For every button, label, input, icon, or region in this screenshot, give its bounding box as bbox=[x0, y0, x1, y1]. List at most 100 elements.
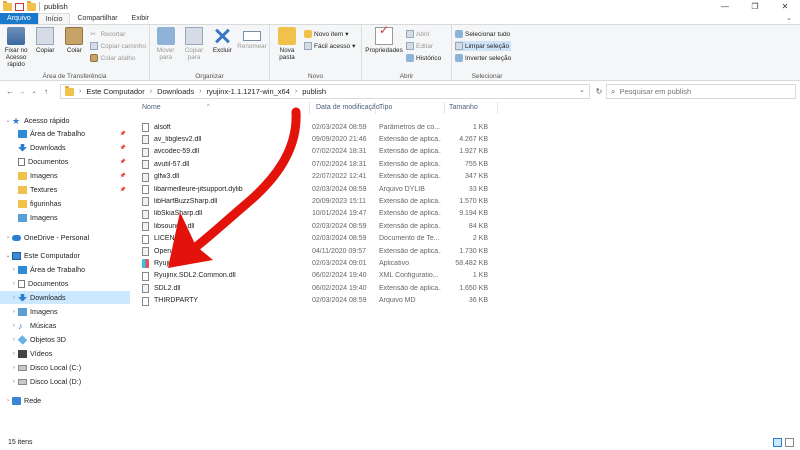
nav-item[interactable]: ⌄ ★ Acesso rápido bbox=[0, 114, 130, 127]
search-input[interactable] bbox=[619, 87, 790, 96]
paste-shortcut-button[interactable]: Colar atalho bbox=[90, 53, 146, 63]
nav-item[interactable]: Área de Trabalho 📌 bbox=[0, 127, 130, 140]
nav-item[interactable]: Downloads 📌 bbox=[0, 141, 130, 154]
breadcrumb-publish[interactable]: publish bbox=[302, 87, 326, 96]
nav-item[interactable]: Imagens 📌 bbox=[0, 169, 130, 182]
pin-icon[interactable]: 📌 bbox=[120, 145, 126, 151]
nav-item[interactable]: › ♪ Músicas bbox=[0, 319, 130, 332]
nav-item[interactable]: › Documentos bbox=[0, 277, 130, 290]
folder-icon[interactable] bbox=[3, 0, 12, 11]
expand-chevron-icon[interactable]: ⌄ bbox=[4, 252, 12, 259]
column-date[interactable]: Data de modificação bbox=[316, 104, 380, 111]
nav-item-label: Músicas bbox=[30, 321, 57, 330]
address-bar[interactable]: › Este Computador › Downloads › ryujinx-… bbox=[60, 84, 590, 99]
file-row[interactable]: alsoft 02/03/2024 08:59 Parâmetros de co..… bbox=[137, 121, 497, 133]
expand-chevron-icon[interactable]: › bbox=[10, 351, 18, 357]
expand-chevron-icon[interactable]: › bbox=[10, 295, 18, 301]
expand-chevron-icon[interactable]: ⌄ bbox=[4, 117, 12, 124]
divider[interactable] bbox=[497, 102, 498, 114]
open-button[interactable]: Abrir bbox=[406, 29, 441, 39]
large-icons-view-button[interactable] bbox=[785, 438, 794, 447]
clear-selection-button[interactable]: Limpar seleção bbox=[455, 41, 512, 51]
expand-chevron-icon[interactable]: › bbox=[4, 398, 12, 404]
pin-icon[interactable]: 📌 bbox=[120, 159, 126, 165]
file-row[interactable]: avutil-57.dll 07/02/2024 18:31 Extensão de… bbox=[137, 158, 497, 170]
chevron-down-icon[interactable]: ⌄ bbox=[579, 86, 585, 94]
refresh-button[interactable]: ↻ bbox=[592, 84, 606, 99]
nav-item[interactable]: › Imagens bbox=[0, 305, 130, 318]
edit-button[interactable]: Editar bbox=[406, 41, 441, 51]
chevron-down-icon[interactable]: ⌄ bbox=[786, 14, 792, 22]
breadcrumb-downloads[interactable]: Downloads bbox=[157, 87, 194, 96]
expand-chevron-icon[interactable]: › bbox=[10, 281, 18, 287]
nav-item[interactable]: › Downloads bbox=[0, 291, 130, 304]
nav-item[interactable]: › Área de Trabalho bbox=[0, 263, 130, 276]
nav-item[interactable]: figurinhas bbox=[0, 197, 130, 210]
select-all-button[interactable]: Selecionar tudo bbox=[455, 29, 511, 39]
search-box[interactable]: ⌕ bbox=[606, 84, 796, 99]
new-item-button[interactable]: Novo item ▾ bbox=[304, 29, 355, 39]
file-row[interactable]: libarmeilleure-jitsupport.dylib 02/03/202… bbox=[137, 183, 497, 195]
file-row[interactable]: libSkiaSharp.dll 10/01/2024 19:47 Extensão… bbox=[137, 208, 497, 220]
file-row[interactable]: Ryujinx.SDL2.Common.dll 06/02/2024 19:40 X… bbox=[137, 270, 497, 282]
cut-button[interactable]: ✂ Recortar bbox=[90, 29, 146, 39]
nav-item[interactable]: › Vídeos bbox=[0, 347, 130, 360]
tab-view[interactable]: Exibir bbox=[125, 13, 157, 24]
file-row[interactable]: libHarfBuzzSharp.dll 20/09/2023 15:11 Exte… bbox=[137, 195, 497, 207]
file-row[interactable]: libsoundio.dll 02/03/2024 08:59 Extensão d… bbox=[137, 220, 497, 232]
tab-share[interactable]: Compartilhar bbox=[70, 13, 124, 24]
pin-icon[interactable]: 📌 bbox=[120, 173, 126, 179]
forward-button[interactable]: → bbox=[16, 87, 28, 96]
expand-chevron-icon[interactable]: › bbox=[10, 309, 18, 315]
details-view-button[interactable] bbox=[773, 438, 782, 447]
back-button[interactable]: ← bbox=[4, 87, 16, 96]
file-name: THIRDPARTY bbox=[154, 297, 199, 305]
column-type[interactable]: Tipo bbox=[379, 104, 392, 111]
file-row[interactable]: LICENSE 02/03/2024 08:59 Documento de Te..… bbox=[137, 233, 497, 245]
nav-item[interactable]: Imagens bbox=[0, 211, 130, 224]
file-row[interactable]: Ryujinx 02/03/2024 09:01 Aplicativo 58.482 … bbox=[137, 257, 497, 269]
file-row[interactable]: SDL2.dll 06/02/2024 19:40 Extensão de apli… bbox=[137, 282, 497, 294]
tab-home[interactable]: Início bbox=[37, 13, 71, 24]
pin-icon[interactable]: 📌 bbox=[120, 187, 126, 193]
up-button[interactable]: ↑ bbox=[40, 87, 52, 96]
breadcrumb-computer[interactable]: Este Computador bbox=[86, 87, 144, 96]
maximize-button[interactable]: ❐ bbox=[740, 0, 770, 13]
copy-path-button[interactable]: Copiar caminho bbox=[90, 41, 146, 51]
minimize-button[interactable]: — bbox=[710, 0, 740, 13]
pin-icon[interactable]: 📌 bbox=[120, 131, 126, 137]
nav-item[interactable]: › Disco Local (C:) bbox=[0, 361, 130, 374]
divider[interactable] bbox=[375, 102, 376, 114]
breadcrumb-ryujinx[interactable]: ryujinx-1.1.1217-win_x64 bbox=[207, 87, 290, 96]
nav-item[interactable]: › Objetos 3D bbox=[0, 333, 130, 346]
recent-locations-button[interactable]: ⌄ bbox=[28, 88, 40, 95]
file-row[interactable]: avcodec-59.dll 07/02/2024 18:31 Extensão d… bbox=[137, 146, 497, 158]
close-button[interactable]: ✕ bbox=[770, 0, 800, 13]
nav-item[interactable]: Textures 📌 bbox=[0, 183, 130, 196]
breadcrumb-separator: › bbox=[294, 88, 298, 95]
expand-chevron-icon[interactable]: › bbox=[10, 379, 18, 385]
expand-chevron-icon[interactable]: › bbox=[10, 267, 18, 273]
divider[interactable] bbox=[444, 102, 445, 114]
history-button[interactable]: Histórico bbox=[406, 53, 441, 63]
new-folder-icon[interactable] bbox=[27, 0, 36, 11]
nav-item[interactable]: › Disco Local (D:) bbox=[0, 375, 130, 388]
divider[interactable] bbox=[309, 102, 310, 114]
column-size[interactable]: Tamanho bbox=[449, 104, 478, 111]
nav-item[interactable]: ⌄ Este Computador bbox=[0, 249, 130, 262]
nav-item[interactable]: › OneDrive - Personal bbox=[0, 231, 130, 244]
column-name[interactable]: Nome bbox=[142, 104, 161, 111]
expand-chevron-icon[interactable]: › bbox=[10, 365, 18, 371]
file-row[interactable]: glfw3.dll 22/07/2022 12:41 Extensão de apl… bbox=[137, 171, 497, 183]
easy-access-button[interactable]: Fácil acesso ▾ bbox=[304, 41, 355, 51]
tab-file[interactable]: Arquivo bbox=[0, 13, 38, 24]
file-row[interactable]: OpenAL32.dll 04/11/2020 09:57 Extensão de … bbox=[137, 245, 497, 257]
invert-selection-button[interactable]: Inverter seleção bbox=[455, 53, 511, 63]
properties-icon[interactable] bbox=[15, 2, 24, 11]
expand-chevron-icon[interactable]: › bbox=[10, 323, 18, 329]
file-row[interactable]: av_libglesv2.dll 09/09/2020 21:46 Extensão… bbox=[137, 133, 497, 145]
nav-item[interactable]: › Rede bbox=[0, 394, 130, 407]
expand-chevron-icon[interactable]: › bbox=[4, 235, 12, 241]
file-row[interactable]: THIRDPARTY 02/03/2024 08:59 Arquivo MD 36 K… bbox=[137, 295, 497, 307]
nav-item[interactable]: Documentos 📌 bbox=[0, 155, 130, 168]
